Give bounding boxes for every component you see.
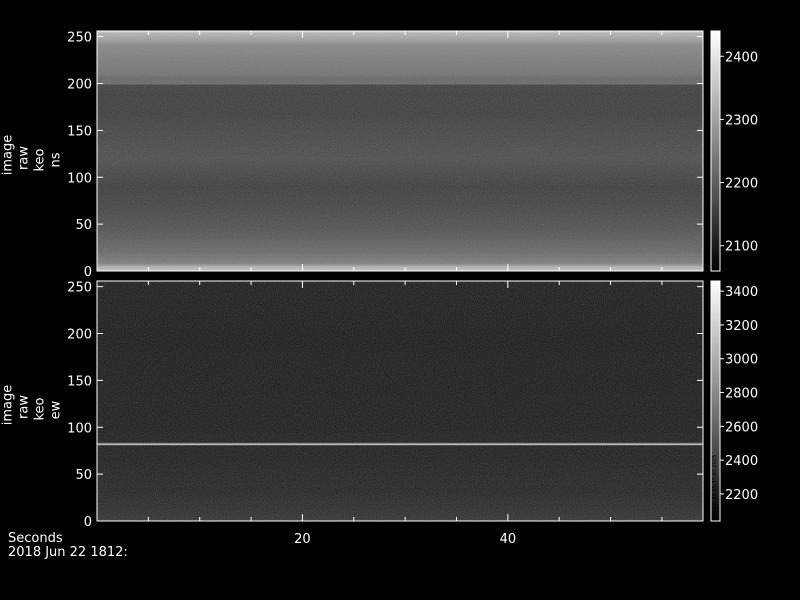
x-axis-label: Seconds	[8, 531, 63, 546]
date-label: 2018 Jun 22 1812:	[8, 545, 128, 560]
colorbar	[710, 30, 721, 272]
y-axis-label-word: ns	[49, 152, 64, 167]
y-axis-label-word: keo	[33, 397, 48, 420]
y-tick-label: 50	[75, 468, 92, 483]
colorbar-tick-label: 3000	[725, 353, 758, 368]
heatmap-grain	[97, 281, 703, 521]
y-tick-label: 50	[75, 218, 92, 233]
y-axis-label-word: image	[1, 135, 16, 176]
colorbar-tick-label: 2600	[725, 420, 758, 435]
colorbar-timestamp: Tue Jun 24 15:37:03 2025	[712, 455, 718, 520]
panel-1: 0 50 100 150 200 250 image raw keo ns 2100 2200 2300…	[1, 30, 758, 280]
colorbar-tick-label: 2300	[725, 113, 758, 128]
colorbar-tick-label: 2200	[725, 488, 758, 503]
y-tick-label: 150	[67, 124, 92, 139]
colorbar-tick-label: 2200	[725, 177, 758, 192]
panel-2: 0 50 100 150 200 250 20 40 image raw keo ew 2200 2400…	[1, 280, 758, 547]
colorbar-tick-label: 2400	[725, 454, 758, 469]
colorbar-tick-label: 3400	[725, 285, 758, 300]
y-tick-label: 0	[84, 265, 92, 280]
colorbar-tick-label: 2100	[725, 240, 758, 255]
y-axis-label-word: keo	[33, 148, 48, 171]
heatmap-grain	[97, 31, 703, 271]
y-axis-label-word: raw	[17, 146, 32, 170]
y-tick-label: 200	[67, 328, 92, 343]
y-tick-label: 100	[67, 421, 92, 436]
x-tick-label: 20	[294, 532, 311, 547]
y-tick-label: 100	[67, 171, 92, 186]
y-tick-label: 250	[67, 31, 92, 46]
y-axis-label-word: image	[1, 385, 16, 426]
y-axis-label-word: raw	[17, 395, 32, 419]
colorbar-tick-label: 2400	[725, 50, 758, 65]
y-axis-label-word: ew	[49, 400, 64, 419]
colorbar-tick-label: 3200	[725, 319, 758, 334]
y-tick-label: 0	[84, 515, 92, 530]
y-tick-label: 200	[67, 78, 92, 93]
colorbar-tick-label: 2800	[725, 387, 758, 402]
x-tick-label: 40	[500, 532, 517, 547]
y-tick-label: 150	[67, 374, 92, 389]
y-tick-label: 250	[67, 281, 92, 296]
keogram-figure: 050100150200250image raw keo ns210022002300…	[1, 30, 758, 547]
